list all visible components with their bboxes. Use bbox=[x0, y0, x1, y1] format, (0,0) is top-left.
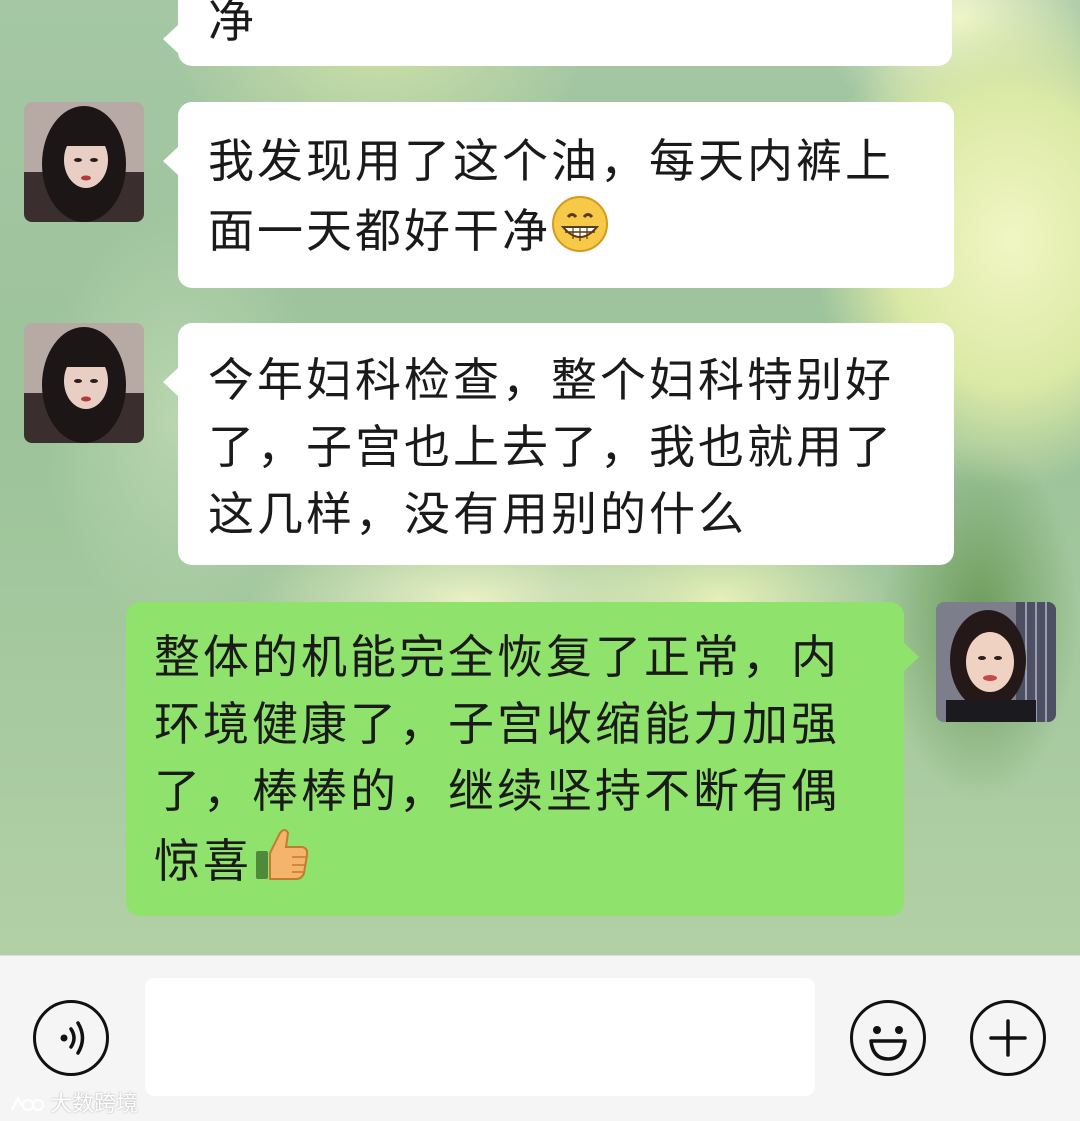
message-text-line: 这几样，没有用别的什么 bbox=[208, 487, 747, 541]
watermark-logo-icon bbox=[10, 1094, 45, 1114]
chat-input-bar bbox=[0, 955, 1080, 1121]
message-text-line: 今年妇科检查，整个妇科特别好 bbox=[208, 353, 894, 407]
message-bubble-sent[interactable]: 整体的机能完全恢复了正常，内 环境健康了，子宫收缩能力加强 了，棒棒的，继续坚持… bbox=[126, 602, 919, 916]
voice-icon[interactable] bbox=[33, 1000, 109, 1076]
watermark: 大数跨境 bbox=[10, 1086, 138, 1118]
message-bubble-received[interactable]: 我发现用了这个油，每天内裤上 面一天都好干净 bbox=[163, 102, 954, 288]
grinning-face-emoji bbox=[551, 195, 609, 271]
message-input[interactable] bbox=[145, 978, 815, 1096]
message-text-line: 我发现用了这个油，每天内裤上 bbox=[208, 134, 894, 188]
smiley-icon[interactable] bbox=[850, 1000, 926, 1076]
contact-avatar[interactable] bbox=[24, 102, 144, 222]
message-text-line: 环境健康了，子宫收缩能力加强 bbox=[154, 697, 840, 751]
message-text-line: 了，棒棒的，继续坚持不断有偶 bbox=[154, 764, 840, 818]
contact-avatar[interactable] bbox=[24, 323, 144, 443]
plus-icon[interactable] bbox=[970, 1000, 1046, 1076]
watermark-text: 大数跨境 bbox=[50, 1091, 139, 1116]
user-avatar[interactable] bbox=[936, 602, 1056, 722]
message-text-line: 了，子宫也上去了，我也就用了 bbox=[208, 420, 894, 474]
thumbs-up-emoji bbox=[252, 825, 312, 901]
message-bubble-received[interactable]: 净 bbox=[163, 0, 952, 66]
message-text-line: 整体的机能完全恢复了正常，内 bbox=[154, 630, 840, 684]
message-text-line: 惊喜 bbox=[154, 834, 252, 888]
message-text: 净 bbox=[208, 0, 257, 48]
message-bubble-received[interactable]: 今年妇科检查，整个妇科特别好 了，子宫也上去了，我也就用了 这几样，没有用别的什… bbox=[163, 323, 954, 565]
message-text-line: 面一天都好干净 bbox=[208, 204, 551, 258]
